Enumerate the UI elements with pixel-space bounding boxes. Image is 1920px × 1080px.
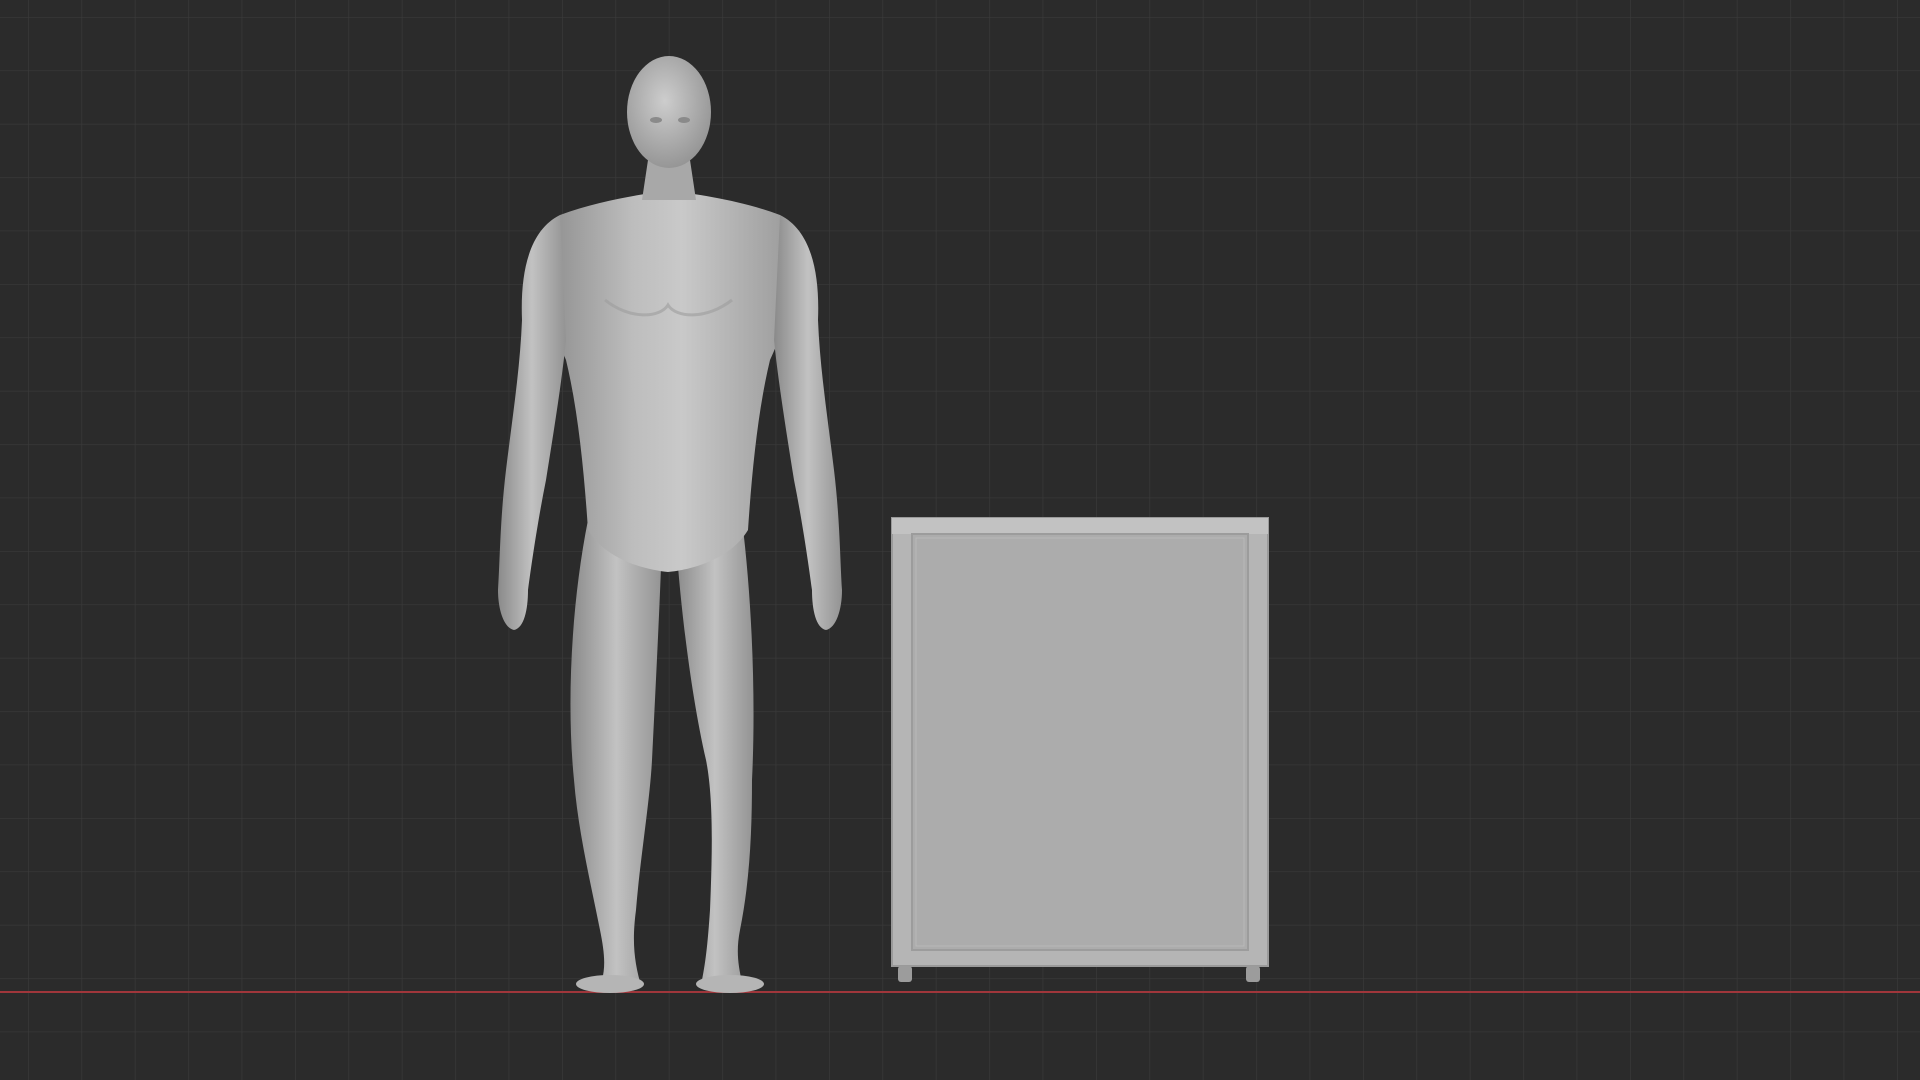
cabinet-foot-left — [898, 966, 912, 982]
cabinet-panel — [911, 533, 1249, 951]
cabinet[interactable] — [891, 517, 1269, 982]
left-foot — [576, 975, 644, 993]
cabinet-foot-right — [1246, 966, 1260, 982]
3d-viewport[interactable] — [0, 0, 1920, 1080]
cabinet-frame-top — [892, 518, 1268, 534]
right-foot — [696, 975, 764, 993]
head — [627, 56, 711, 168]
